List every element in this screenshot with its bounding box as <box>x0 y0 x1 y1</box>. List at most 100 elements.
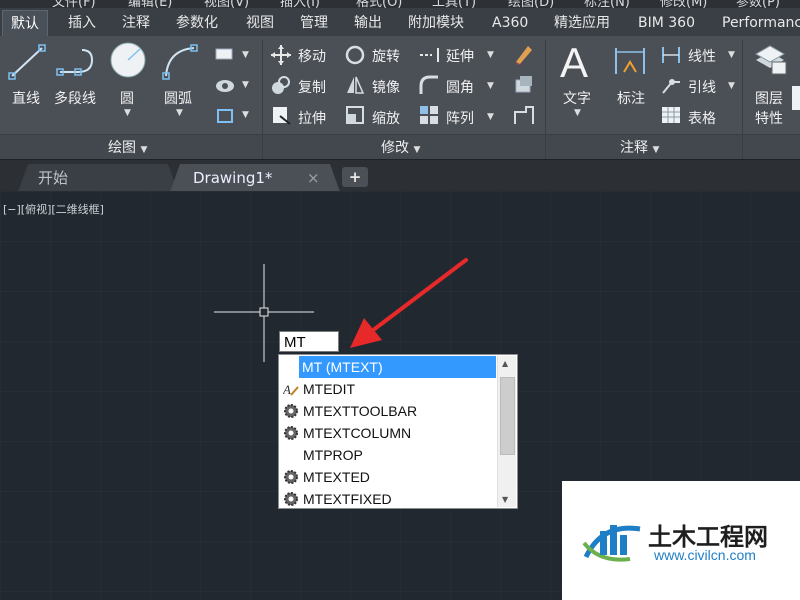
tab-view[interactable]: 视图 <box>238 10 282 36</box>
boundary-icon[interactable] <box>214 106 236 126</box>
layer-properties-label-2[interactable]: 特性 <box>755 108 783 128</box>
move-icon <box>271 45 291 65</box>
watermark-url: www.civilcn.com <box>654 547 756 563</box>
command-input[interactable]: MT <box>279 331 339 352</box>
tab-bim360[interactable]: BIM 360 <box>630 10 703 36</box>
list-item[interactable]: MTEXTCOLUMN <box>280 422 500 444</box>
scrollbar-thumb[interactable] <box>500 377 515 455</box>
close-tab-icon[interactable]: × <box>307 164 320 192</box>
extend-button[interactable]: 延伸 <box>446 46 474 66</box>
chevron-down-icon[interactable]: ▼ <box>242 80 249 90</box>
chevron-down-icon[interactable]: ▼ <box>487 81 494 91</box>
layer-properties-icon[interactable] <box>752 42 788 76</box>
ribbon-panel: 直线 多段线 圆 ▼ 圆弧 ▼ ▼ ▼ ▼ 绘图 ▼ 移动 旋转 延伸 ▼ 复制… <box>0 36 800 168</box>
list-item[interactable]: MT (MTEXT) <box>299 356 496 378</box>
menu-item-params[interactable]: 参数(P) <box>736 0 780 8</box>
tab-default[interactable]: 默认 <box>2 10 48 37</box>
erase-icon[interactable] <box>512 42 536 66</box>
tab-addins[interactable]: 附加模块 <box>400 10 472 36</box>
linear-button[interactable]: 线性 <box>688 46 716 66</box>
layer-properties-label[interactable]: 图层 <box>755 88 783 108</box>
chevron-down-icon[interactable]: ▼ <box>242 50 249 60</box>
leader-button[interactable]: 引线 <box>688 77 716 97</box>
array-button[interactable]: 阵列 <box>446 108 474 128</box>
linear-dim-icon <box>662 47 680 63</box>
tab-output[interactable]: 输出 <box>346 10 390 36</box>
text-icon[interactable]: A <box>560 38 588 88</box>
list-item[interactable]: A MTEDIT <box>280 378 500 400</box>
tab-manage[interactable]: 管理 <box>292 10 336 36</box>
tab-insert[interactable]: 插入 <box>60 10 104 36</box>
tab-a360[interactable]: A360 <box>484 10 536 36</box>
chevron-down-icon[interactable]: ▼ <box>242 110 249 120</box>
tab-annotate[interactable]: 注释 <box>114 10 158 36</box>
leader-icon <box>662 79 680 94</box>
menu-item-insert[interactable]: 插入(I) <box>280 0 320 8</box>
move-button[interactable]: 移动 <box>298 46 326 66</box>
menu-item-modify[interactable]: 修改(M) <box>660 0 707 8</box>
menu-item-format[interactable]: 格式(O) <box>356 0 402 8</box>
menu-item-draw[interactable]: 绘图(D) <box>508 0 554 8</box>
tab-performance[interactable]: Performance <box>714 10 800 36</box>
annotation-arrow <box>350 258 468 348</box>
mirror-button[interactable]: 镜像 <box>372 77 400 97</box>
menu-item-edit[interactable]: 编辑(E) <box>128 0 172 8</box>
arc-button[interactable]: 圆弧 <box>164 88 192 108</box>
layers-panel-bar[interactable] <box>743 134 800 159</box>
menu-item-dimension[interactable]: 标注(N) <box>584 0 630 8</box>
circle-icon[interactable] <box>108 40 148 80</box>
new-tab-button[interactable]: + <box>342 167 368 187</box>
chevron-down-icon[interactable]: ▼ <box>124 108 131 118</box>
draw-panel-title[interactable]: 绘图 ▼ <box>108 137 147 157</box>
chevron-down-icon[interactable]: ▼ <box>502 495 508 504</box>
ribbon-tabs: 默认 插入 注释 参数化 视图 管理 输出 附加模块 A360 精选应用 BIM… <box>0 8 800 37</box>
scale-button[interactable]: 缩放 <box>372 108 400 128</box>
scrollbar[interactable]: ▲ ▼ <box>497 356 516 507</box>
chevron-down-icon[interactable]: ▼ <box>728 50 735 60</box>
line-icon[interactable] <box>8 42 48 82</box>
offset-icon[interactable] <box>512 104 536 126</box>
table-icon <box>662 107 680 123</box>
line-button[interactable]: 直线 <box>12 88 40 108</box>
viewport-controls[interactable]: [−][俯视][二维线框] <box>3 201 104 217</box>
text-button[interactable]: 文字 <box>563 88 591 108</box>
layer-icon[interactable] <box>792 86 800 110</box>
chevron-down-icon[interactable]: ▼ <box>487 112 494 122</box>
modify-panel-title[interactable]: 修改 ▼ <box>381 137 420 157</box>
chevron-down-icon[interactable]: ▼ <box>574 108 581 118</box>
hatch-icon[interactable] <box>214 76 236 94</box>
chevron-up-icon[interactable]: ▲ <box>502 359 508 368</box>
mirror-icon <box>347 76 365 94</box>
tab-featured-apps[interactable]: 精选应用 <box>546 10 618 36</box>
dimension-button[interactable]: 标注 <box>617 88 645 108</box>
chevron-down-icon[interactable]: ▼ <box>487 50 494 60</box>
polyline-icon[interactable] <box>56 42 100 82</box>
gear-icon <box>284 404 298 418</box>
list-item[interactable]: MTEXTTOOLBAR <box>280 400 500 422</box>
stretch-button[interactable]: 拉伸 <box>298 108 326 128</box>
arc-icon[interactable] <box>160 42 200 82</box>
fillet-button[interactable]: 圆角 <box>446 77 474 97</box>
rotate-button[interactable]: 旋转 <box>372 46 400 66</box>
copy-button[interactable]: 复制 <box>298 77 326 97</box>
rectangle-icon[interactable] <box>214 46 236 62</box>
tab-parametric[interactable]: 参数化 <box>168 10 226 36</box>
table-button[interactable]: 表格 <box>688 108 716 128</box>
watermark-logo-icon <box>582 525 641 562</box>
dimension-icon[interactable] <box>612 44 648 80</box>
menu-item-file[interactable]: 文件(F) <box>52 0 96 8</box>
polyline-button[interactable]: 多段线 <box>54 88 96 108</box>
list-item[interactable]: MTPROP <box>280 444 500 466</box>
tab-drawing1[interactable]: Drawing1* <box>193 164 272 192</box>
menu-item-tools[interactable]: 工具(T) <box>432 0 476 8</box>
menu-item-view[interactable]: 视图(V) <box>204 0 249 8</box>
circle-button[interactable]: 圆 <box>120 88 134 108</box>
chevron-down-icon[interactable]: ▼ <box>728 81 735 91</box>
annotation-panel-title[interactable]: 注释 ▼ <box>620 137 659 157</box>
list-item[interactable]: MTEXTED <box>280 466 500 488</box>
list-item[interactable]: MTEXTFIXED <box>280 488 500 510</box>
gear-icon <box>284 492 298 506</box>
explode-icon[interactable] <box>512 74 536 96</box>
chevron-down-icon[interactable]: ▼ <box>176 108 183 118</box>
tab-start[interactable]: 开始 <box>38 164 68 192</box>
